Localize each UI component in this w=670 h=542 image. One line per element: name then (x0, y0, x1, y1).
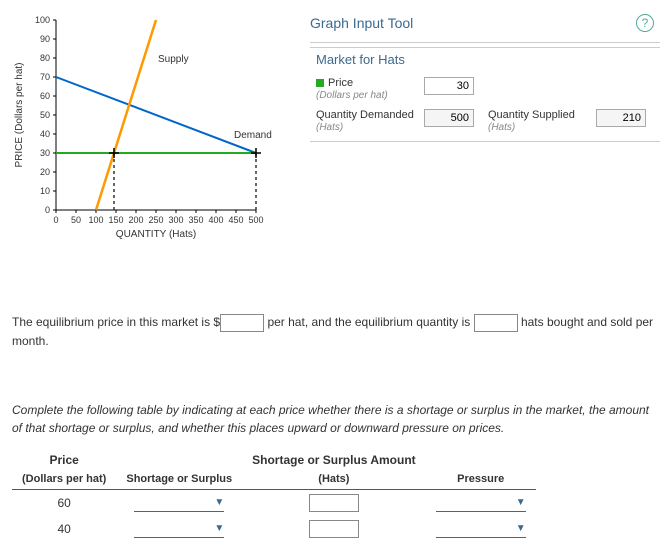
col-amount-sub: (Hats) (242, 471, 426, 490)
svg-text:350: 350 (188, 215, 203, 225)
table-row: 60 ▼ ▼ (12, 490, 536, 517)
qd-value (424, 109, 474, 127)
tool-title: Graph Input Tool (310, 15, 413, 31)
eq-price-input[interactable] (220, 314, 264, 332)
svg-text:0: 0 (45, 205, 50, 215)
amount-input-60[interactable] (309, 494, 359, 512)
table-row: 40 ▼ ▼ (12, 516, 536, 542)
svg-text:50: 50 (40, 110, 50, 120)
equilibrium-question: The equilibrium price in this market is … (0, 303, 670, 361)
amount-input-40[interactable] (309, 520, 359, 538)
col-pressure: Pressure (426, 471, 536, 490)
marker-qs[interactable] (109, 148, 119, 158)
demand-label: Demand (234, 130, 272, 141)
chevron-down-icon: ▼ (516, 497, 526, 508)
table-instruction: Complete the following table by indicati… (0, 391, 670, 451)
price-legend-icon (316, 79, 324, 87)
col-amount: Shortage or Surplus Amount (242, 451, 426, 471)
chevron-down-icon: ▼ (214, 523, 224, 534)
svg-text:40: 40 (40, 129, 50, 139)
qs-value (596, 109, 646, 127)
qs-sub: (Hats) (488, 122, 515, 133)
pressure-dropdown-60[interactable]: ▼ (436, 494, 526, 512)
price-sub: (Dollars per hat) (316, 90, 388, 101)
col-ss: Shortage or Surplus (116, 471, 242, 490)
svg-text:450: 450 (228, 215, 243, 225)
col-price-sub: (Dollars per hat) (12, 471, 116, 490)
marker-qd[interactable] (251, 148, 261, 158)
svg-text:90: 90 (40, 34, 50, 44)
x-axis-title: QUANTITY (Hats) (116, 229, 196, 240)
svg-text:400: 400 (208, 215, 223, 225)
svg-text:30: 30 (40, 148, 50, 158)
ss-dropdown-40[interactable]: ▼ (134, 520, 224, 538)
svg-text:10: 10 (40, 186, 50, 196)
qs-label: Quantity Supplied (488, 109, 575, 121)
chevron-down-icon: ▼ (214, 497, 224, 508)
market-title: Market for Hats (310, 47, 660, 75)
ss-dropdown-60[interactable]: ▼ (134, 494, 224, 512)
price-input[interactable] (424, 77, 474, 95)
svg-text:200: 200 (128, 215, 143, 225)
svg-text:70: 70 (40, 72, 50, 82)
eq-qty-input[interactable] (474, 314, 518, 332)
supply-label: Supply (158, 54, 189, 65)
demand-line[interactable] (56, 77, 256, 153)
svg-text:60: 60 (40, 91, 50, 101)
pressure-dropdown-40[interactable]: ▼ (436, 520, 526, 538)
price-label: Price (328, 77, 353, 89)
col-price: Price (12, 451, 116, 471)
y-axis-title: PRICE (Dollars per hat) (14, 62, 25, 167)
svg-text:20: 20 (40, 167, 50, 177)
svg-text:50: 50 (71, 215, 81, 225)
help-icon[interactable]: ? (636, 14, 654, 32)
svg-text:150: 150 (108, 215, 123, 225)
qd-label: Quantity Demanded (316, 109, 414, 121)
qd-sub: (Hats) (316, 122, 343, 133)
svg-text:0: 0 (53, 215, 58, 225)
svg-text:100: 100 (88, 215, 103, 225)
svg-text:100: 100 (35, 15, 50, 25)
chevron-down-icon: ▼ (516, 523, 526, 534)
svg-text:250: 250 (148, 215, 163, 225)
svg-text:80: 80 (40, 53, 50, 63)
supply-demand-chart: 0 10 20 30 40 50 60 70 80 90 100 0 (10, 10, 290, 240)
supply-line[interactable] (96, 20, 156, 210)
svg-text:500: 500 (248, 215, 263, 225)
svg-text:300: 300 (168, 215, 183, 225)
shortage-table: Price Shortage or Surplus Amount (Dollar… (12, 451, 536, 542)
